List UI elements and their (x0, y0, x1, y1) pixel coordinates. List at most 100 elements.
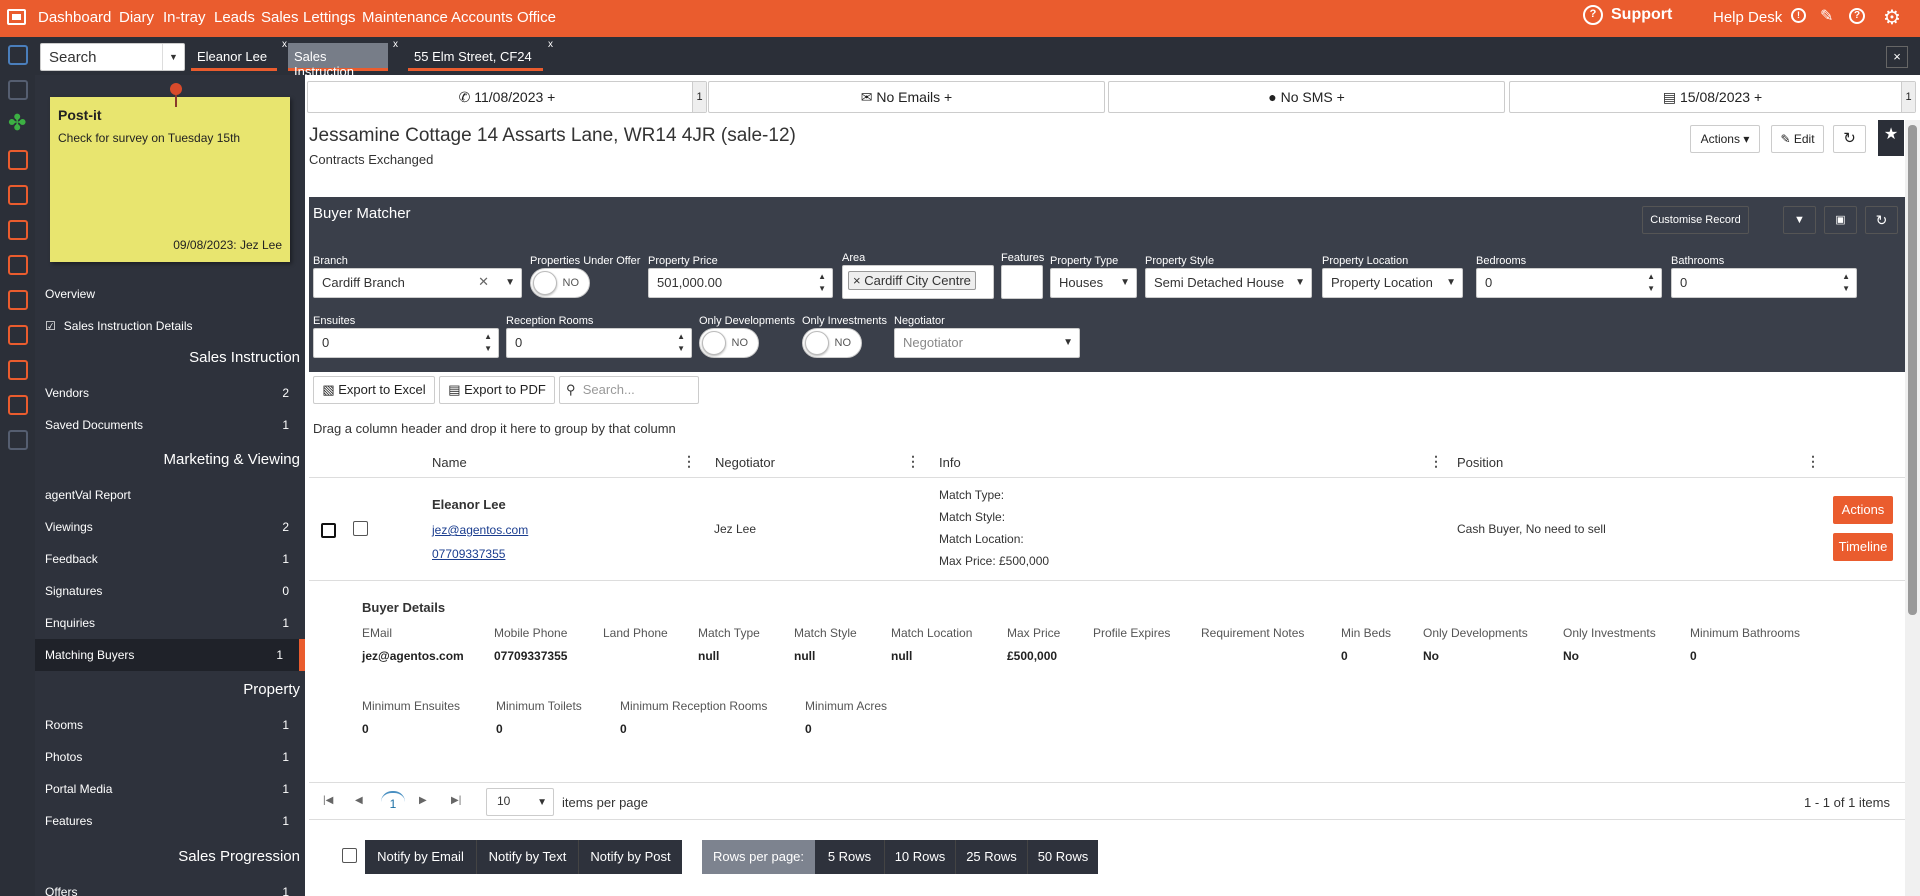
nav-diary[interactable]: Diary (119, 9, 154, 26)
nav-lettings[interactable]: Lettings (303, 9, 356, 26)
close-icon[interactable]: x (393, 39, 398, 50)
export-pdf-button[interactable]: ▤ Export to PDF (439, 376, 555, 404)
edit-button[interactable]: ✎ Edit (1771, 125, 1824, 153)
nav-dashboard[interactable]: Dashboard (38, 9, 111, 26)
stepper-icon[interactable]: ▲ ▼ (484, 331, 492, 355)
area-tag[interactable]: × Cardiff City Centre (848, 271, 976, 290)
chevron-down-icon[interactable]: ▼ (537, 797, 547, 808)
negotiator-select[interactable]: Negotiator ▼ (894, 328, 1080, 358)
buyer-email-link[interactable]: jez@agentos.com (432, 523, 528, 537)
tab-eleanor-lee[interactable]: Eleanor Lee x (191, 39, 287, 71)
row-actions-button[interactable]: Actions (1833, 496, 1893, 524)
property-location-select[interactable]: Property Location ▼ (1322, 268, 1463, 298)
rows-10-button[interactable]: 10 Rows (884, 840, 955, 874)
only-developments-toggle[interactable]: NO (699, 328, 759, 358)
support-link[interactable]: Support (1611, 6, 1672, 24)
scrollbar-thumb[interactable] (1908, 125, 1917, 615)
column-header-info[interactable]: Info (939, 455, 961, 470)
buyer-phone-link[interactable]: 07709337355 (432, 547, 505, 561)
sms-button[interactable]: ● No SMS + (1108, 81, 1505, 113)
diary-button[interactable]: ▤ 15/08/2023 + 1 (1509, 81, 1916, 113)
grid-search-input[interactable]: ⚲ Search... (559, 376, 699, 404)
row-select-checkbox[interactable] (321, 523, 336, 538)
column-menu-icon[interactable]: ⋮ (906, 453, 920, 470)
users-gear-icon[interactable] (8, 430, 28, 450)
stepper-icon[interactable]: ▲ ▼ (1842, 271, 1850, 295)
column-menu-icon[interactable]: ⋮ (1429, 453, 1443, 470)
rows-5-button[interactable]: 5 Rows (815, 840, 884, 874)
refresh-button[interactable]: ↻ (1833, 125, 1866, 153)
nav-maintenance[interactable]: Maintenance (362, 9, 448, 26)
clover-icon[interactable]: ✤ (8, 112, 28, 134)
notify-text-button[interactable]: Notify by Text (476, 840, 578, 874)
info-icon[interactable]: ! (1791, 8, 1806, 23)
help-icon[interactable]: ? (1849, 8, 1865, 24)
close-all-tabs-button[interactable]: × (1886, 46, 1908, 68)
column-header-negotiator[interactable]: Negotiator (715, 455, 775, 470)
sidebar-item-enquiries[interactable]: Enquiries 1 (35, 607, 305, 639)
help-desk-link[interactable]: Help Desk (1713, 9, 1782, 26)
bathrooms-input[interactable]: 0 ▲ ▼ (1671, 268, 1857, 298)
notify-post-button[interactable]: Notify by Post (578, 840, 682, 874)
nav-in-tray[interactable]: In-tray (163, 9, 206, 26)
column-header-position[interactable]: Position (1457, 455, 1503, 470)
nav-accounts[interactable]: Accounts (451, 9, 513, 26)
remove-tag-icon[interactable]: × (853, 273, 861, 288)
nav-sales[interactable]: Sales (261, 9, 299, 26)
chevron-down-icon[interactable]: ▼ (1063, 337, 1073, 348)
sidebar-item-feedback[interactable]: Feedback 1 (35, 543, 305, 575)
reception-rooms-input[interactable]: 0 ▲ ▼ (506, 328, 692, 358)
page-scrollbar[interactable] (1905, 120, 1920, 896)
bedrooms-input[interactable]: 0 ▲ ▼ (1476, 268, 1662, 298)
contacts-icon[interactable] (8, 80, 28, 100)
column-menu-icon[interactable]: ⋮ (1806, 453, 1820, 470)
chevron-down-icon[interactable]: ▼ (1120, 277, 1130, 288)
chevron-down-icon[interactable]: ▼ (1295, 277, 1305, 288)
sidebar-item-signatures[interactable]: Signatures 0 (35, 575, 305, 607)
branch-select[interactable]: Cardiff Branch ✕ ▼ (313, 268, 522, 298)
sidebar-item-photos[interactable]: Photos 1 (35, 741, 305, 773)
monitor-icon[interactable] (8, 150, 28, 170)
stepper-icon[interactable]: ▲ ▼ (818, 271, 826, 295)
tab-property-address[interactable]: 55 Elm Street, CF24 x (408, 39, 553, 71)
house-icon[interactable] (8, 185, 28, 205)
ensuites-input[interactable]: 0 ▲ ▼ (313, 328, 499, 358)
customise-record-button[interactable]: Customise Record (1642, 206, 1749, 234)
clear-icon[interactable]: ✕ (478, 274, 489, 290)
stepper-icon[interactable]: ▲ ▼ (1647, 271, 1655, 295)
sidebar-item-rooms[interactable]: Rooms 1 (35, 709, 305, 741)
nav-office[interactable]: Office (517, 9, 556, 26)
close-icon[interactable]: x (282, 39, 287, 50)
features-input[interactable] (1001, 265, 1043, 299)
price-input[interactable]: 501,000.00 ▲ ▼ (648, 268, 833, 298)
settings-gear-icon[interactable]: ⚙ (1883, 5, 1901, 30)
sidebar-item-saved-documents[interactable]: Saved Documents 1 (35, 409, 305, 441)
sidebar-item-overview[interactable]: Overview (35, 278, 305, 310)
emails-button[interactable]: ✉ No Emails + (708, 81, 1105, 113)
only-investments-toggle[interactable]: NO (802, 328, 862, 358)
folder-icon[interactable] (8, 325, 28, 345)
chevron-down-icon[interactable]: ▼ (505, 277, 515, 288)
stepper-icon[interactable]: ▲ ▼ (677, 331, 685, 355)
sidebar-item-agentval-report[interactable]: agentVal Report (35, 479, 305, 511)
current-page-button[interactable]: 1 (381, 791, 405, 813)
notify-email-button[interactable]: Notify by Email (365, 840, 476, 874)
app-logo-icon[interactable] (7, 9, 26, 25)
sidebar-item-features[interactable]: Features 1 (35, 805, 305, 837)
first-page-icon[interactable]: |◀ (323, 795, 333, 806)
sidebar-item-vendors[interactable]: Vendors 2 (35, 377, 305, 409)
house-check-icon[interactable] (8, 395, 28, 415)
last-page-icon[interactable]: ▶| (451, 795, 461, 806)
post-it-note[interactable]: Post-it Check for survey on Tuesday 15th… (50, 83, 290, 262)
select-all-checkbox[interactable] (342, 848, 357, 863)
calendar-icon[interactable] (8, 45, 28, 65)
save-layout-icon[interactable]: ▣ (1824, 206, 1857, 234)
nav-leads[interactable]: Leads (214, 9, 255, 26)
page-size-select[interactable]: 10 ▼ (486, 788, 554, 816)
tab-sales-instruction[interactable]: Sales Instruction x (288, 39, 398, 79)
rows-25-button[interactable]: 25 Rows (955, 840, 1027, 874)
sidebar-item-sales-instruction-details[interactable]: ☑ Sales Instruction Details (35, 310, 305, 342)
row-timeline-button[interactable]: Timeline (1833, 533, 1893, 561)
property-type-select[interactable]: Houses ▼ (1050, 268, 1137, 298)
sidebar-item-viewings[interactable]: Viewings 2 (35, 511, 305, 543)
